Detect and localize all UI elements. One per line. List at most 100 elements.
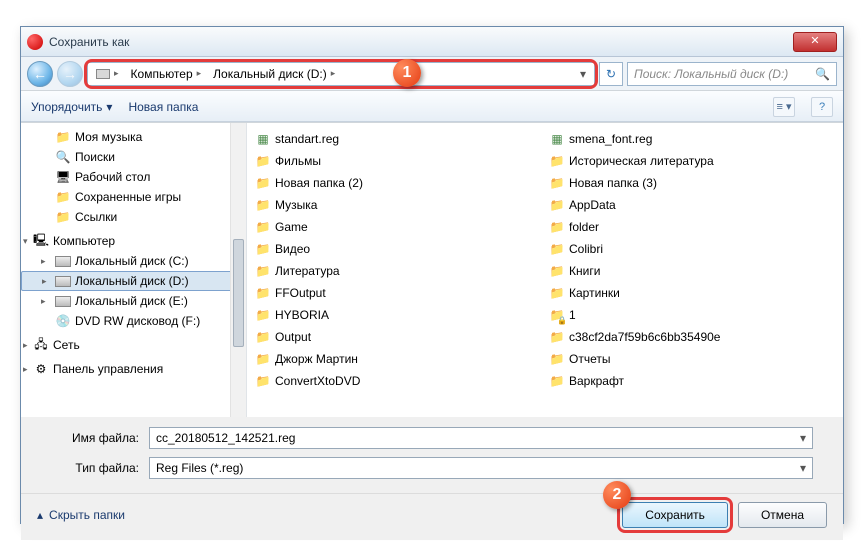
file-item[interactable]: 📁1 bbox=[545, 305, 839, 325]
file-list[interactable]: ▦standart.reg📁Фильмы📁Новая папка (2)📁Муз… bbox=[247, 123, 843, 417]
tree-computer[interactable]: ▾🖳Компьютер bbox=[21, 231, 246, 251]
filetype-select[interactable]: Reg Files (*.reg)▾ bbox=[149, 457, 813, 479]
file-name: Фильмы bbox=[275, 154, 321, 168]
file-name: Видео bbox=[275, 242, 310, 256]
help-button[interactable]: ? bbox=[811, 97, 833, 117]
file-item[interactable]: 📁 Историческая литература bbox=[545, 151, 839, 171]
file-item[interactable]: 📁 HYBORIA bbox=[251, 305, 545, 325]
file-item[interactable]: 📁Варкрафт bbox=[545, 371, 839, 391]
file-name: Отчеты bbox=[569, 352, 610, 366]
tree-scrollbar[interactable] bbox=[230, 123, 246, 417]
file-item[interactable]: 📁folder bbox=[545, 217, 839, 237]
save-as-dialog: Сохранить как ✕ ← → ▸ Компьютер▸ Локальн… bbox=[20, 26, 844, 524]
body-area: 📁Моя музыка 🔍Поиски 🖥Рабочий стол 📁Сохра… bbox=[21, 123, 843, 417]
file-name: Историческая литература bbox=[569, 154, 714, 168]
file-name: Colibri bbox=[569, 242, 603, 256]
file-name: AppData bbox=[569, 198, 616, 212]
tree-links[interactable]: 📁Ссылки bbox=[21, 207, 246, 227]
file-name: Game bbox=[275, 220, 308, 234]
file-name: HYBORIA bbox=[275, 308, 329, 322]
back-button[interactable]: ← bbox=[27, 61, 53, 87]
window-title: Сохранить как bbox=[49, 35, 793, 49]
form-area: Имя файла: cc_20180512_142521.reg▾ Тип ф… bbox=[21, 417, 843, 493]
folder-icon: 📁 bbox=[549, 153, 565, 169]
file-item[interactable]: 📁 Output bbox=[251, 327, 545, 347]
file-name: ConvertXtoDVD bbox=[275, 374, 360, 388]
chevron-down-icon[interactable]: ▾ bbox=[800, 461, 806, 475]
file-item[interactable]: ▦standart.reg bbox=[251, 129, 545, 149]
tree-disk-e[interactable]: ▸Локальный диск (E:) bbox=[21, 291, 246, 311]
chevron-up-icon: ▴ bbox=[37, 508, 43, 522]
file-item[interactable]: 📁Музыка bbox=[251, 195, 545, 215]
navigation-tree[interactable]: 📁Моя музыка 🔍Поиски 🖥Рабочий стол 📁Сохра… bbox=[21, 123, 247, 417]
folder-icon: 📁 bbox=[549, 329, 565, 345]
file-item[interactable]: 📁Видео bbox=[251, 239, 545, 259]
organize-menu[interactable]: Упорядочить ▾ bbox=[31, 100, 112, 114]
tree-network[interactable]: ▸🖧Сеть bbox=[21, 335, 246, 355]
cancel-button[interactable]: Отмена bbox=[738, 502, 827, 528]
address-dropdown-icon[interactable]: ▾ bbox=[574, 67, 592, 81]
reg-file-icon: ▦ bbox=[549, 131, 565, 147]
folder-icon: 📁 bbox=[255, 219, 271, 235]
folder-icon: 📁 bbox=[255, 351, 271, 367]
file-item[interactable]: 📁 FFOutput bbox=[251, 283, 545, 303]
file-name: Музыка bbox=[275, 198, 317, 212]
folder-icon: 📁 bbox=[549, 285, 565, 301]
breadcrumb-disk[interactable]: Локальный диск (D:) bbox=[213, 67, 327, 81]
file-name: folder bbox=[569, 220, 599, 234]
file-item[interactable]: 📁Новая папка (3) bbox=[545, 173, 839, 193]
refresh-button[interactable]: ↻ bbox=[599, 62, 623, 86]
tree-control-panel[interactable]: ▸⚙Панель управления bbox=[21, 359, 246, 379]
tree-desktop[interactable]: 🖥Рабочий стол bbox=[21, 167, 246, 187]
file-item[interactable]: 📁 Отчеты bbox=[545, 349, 839, 369]
file-name: Джорж Мартин bbox=[275, 352, 358, 366]
file-name: Output bbox=[275, 330, 311, 344]
forward-button[interactable]: → bbox=[57, 61, 83, 87]
save-button[interactable]: Сохранить bbox=[622, 502, 728, 528]
folder-icon: 📁 bbox=[549, 197, 565, 213]
tree-my-music[interactable]: 📁Моя музыка bbox=[21, 127, 246, 147]
tree-saved-games[interactable]: 📁Сохраненные игры bbox=[21, 187, 246, 207]
folder-icon: 📁 bbox=[549, 351, 565, 367]
folder-icon: 📁 bbox=[255, 329, 271, 345]
file-item[interactable]: 📁 AppData bbox=[545, 195, 839, 215]
file-item[interactable]: 📁Картинки bbox=[545, 283, 839, 303]
tree-disk-d[interactable]: ▸Локальный диск (D:) bbox=[21, 271, 246, 291]
locked-folder-icon: 📁 bbox=[549, 307, 565, 323]
address-bar[interactable]: ▸ Компьютер▸ Локальный диск (D:)▸ ▾ bbox=[87, 62, 595, 86]
file-item[interactable]: 📁Colibri bbox=[545, 239, 839, 259]
tree-disk-c[interactable]: ▸Локальный диск (C:) bbox=[21, 251, 246, 271]
chevron-down-icon[interactable]: ▾ bbox=[800, 431, 806, 445]
file-item[interactable]: 📁Литература bbox=[251, 261, 545, 281]
new-folder-button[interactable]: Новая папка bbox=[128, 100, 198, 114]
chevron-down-icon: ▾ bbox=[106, 100, 112, 114]
folder-icon: 📁 bbox=[255, 373, 271, 389]
file-item[interactable]: 📁 ConvertXtoDVD bbox=[251, 371, 545, 391]
close-button[interactable]: ✕ bbox=[793, 32, 837, 52]
filetype-label: Тип файла: bbox=[51, 461, 149, 475]
tree-searches[interactable]: 🔍Поиски bbox=[21, 147, 246, 167]
filename-input[interactable]: cc_20180512_142521.reg▾ bbox=[149, 427, 813, 449]
file-name: c38cf2da7f59b6c6bb35490e bbox=[569, 330, 720, 344]
folder-icon: 📁 bbox=[549, 175, 565, 191]
tree-dvd[interactable]: 💿DVD RW дисковод (F:) bbox=[21, 311, 246, 331]
file-item[interactable]: 📁Новая папка (2) bbox=[251, 173, 545, 193]
file-item[interactable]: 📁 Джорж Мартин bbox=[251, 349, 545, 369]
folder-icon: 📁 bbox=[255, 285, 271, 301]
drive-icon bbox=[96, 69, 110, 79]
file-item[interactable]: 📁Фильмы bbox=[251, 151, 545, 171]
filename-label: Имя файла: bbox=[51, 431, 149, 445]
file-name: Литература bbox=[275, 264, 340, 278]
hide-folders-toggle[interactable]: ▴Скрыть папки bbox=[37, 508, 125, 522]
file-name: Книги bbox=[569, 264, 600, 278]
titlebar[interactable]: Сохранить как ✕ bbox=[21, 27, 843, 57]
search-input[interactable]: Поиск: Локальный диск (D:) 🔍 bbox=[627, 62, 837, 86]
view-options-button[interactable]: ≡ ▾ bbox=[773, 97, 795, 117]
file-item[interactable]: 📁 Game bbox=[251, 217, 545, 237]
file-item[interactable]: 📁 c38cf2da7f59b6c6bb35490e bbox=[545, 327, 839, 347]
breadcrumb-computer[interactable]: Компьютер bbox=[131, 67, 193, 81]
folder-icon: 📁 bbox=[255, 307, 271, 323]
file-item[interactable]: ▦smena_font.reg bbox=[545, 129, 839, 149]
file-name: FFOutput bbox=[275, 286, 326, 300]
file-item[interactable]: 📁Книги bbox=[545, 261, 839, 281]
